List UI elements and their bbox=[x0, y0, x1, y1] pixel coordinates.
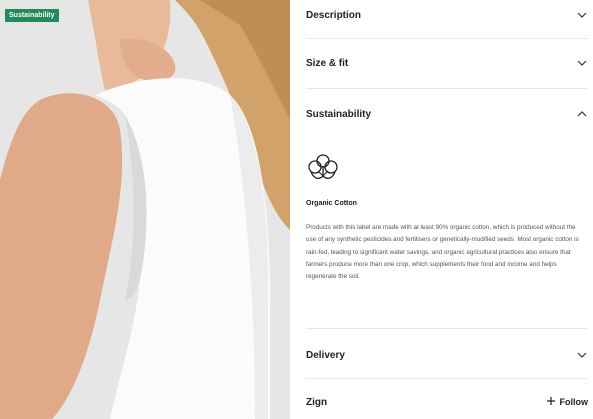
chevron-down-icon bbox=[576, 349, 588, 361]
brand-row: Zign Follow bbox=[306, 392, 588, 412]
accordion-description[interactable]: Description bbox=[306, 5, 588, 25]
accordion-delivery[interactable]: Delivery bbox=[306, 345, 588, 365]
accordion-sustainability[interactable]: Sustainability bbox=[306, 104, 588, 124]
material-description: Products with this label are made with a… bbox=[306, 224, 579, 281]
divider bbox=[306, 328, 588, 329]
follow-button[interactable]: Follow bbox=[546, 397, 589, 407]
cotton-flower-icon bbox=[306, 152, 340, 186]
divider bbox=[306, 88, 588, 89]
chevron-down-icon bbox=[576, 57, 588, 69]
chevron-down-icon bbox=[576, 9, 588, 21]
description-label: Description bbox=[306, 9, 362, 21]
chevron-up-icon bbox=[576, 108, 588, 120]
plus-icon bbox=[546, 397, 555, 407]
product-image[interactable]: Sustainability bbox=[0, 0, 290, 419]
accordion-size-fit[interactable]: Size & fit bbox=[306, 53, 588, 73]
divider bbox=[306, 38, 588, 39]
divider bbox=[306, 378, 588, 379]
sustainability-badge: Sustainability bbox=[5, 9, 59, 22]
product-details-panel: Description Size & fit Sustainability Or… bbox=[306, 0, 588, 419]
sustainability-label: Sustainability bbox=[306, 108, 372, 120]
follow-label: Follow bbox=[559, 397, 589, 407]
delivery-label: Delivery bbox=[306, 349, 345, 361]
brand-name: Zign bbox=[306, 396, 328, 408]
size-fit-label: Size & fit bbox=[306, 57, 349, 69]
material-title: Organic Cotton bbox=[306, 200, 357, 207]
product-photo bbox=[0, 0, 290, 419]
